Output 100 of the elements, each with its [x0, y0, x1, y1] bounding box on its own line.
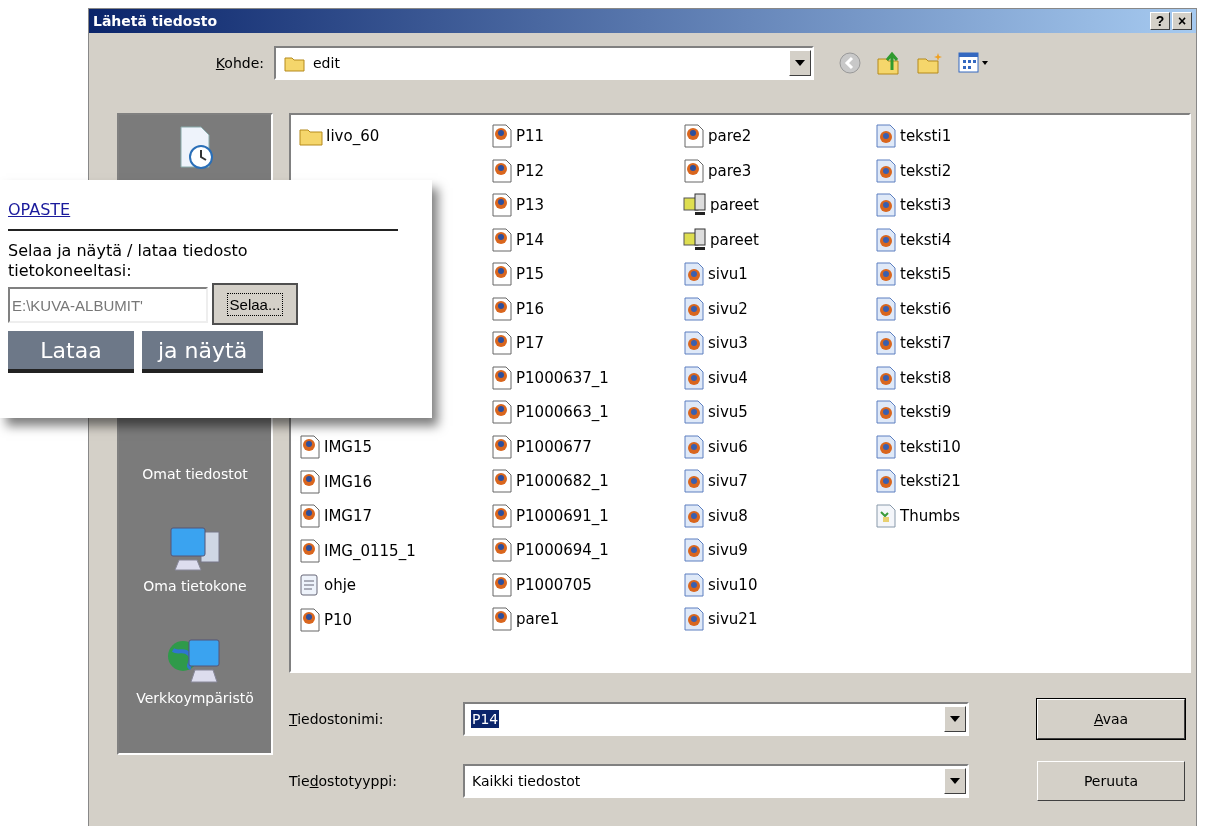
database-file-icon [875, 503, 897, 528]
field-label: Tiedostonimi: [289, 711, 385, 727]
place-label[interactable]: Oma tietokone [134, 578, 256, 594]
browse-button[interactable]: Selaa... [212, 283, 298, 325]
file-name[interactable]: teksti9 [900, 403, 952, 422]
field-label: Tiedostotyyppi: [289, 773, 398, 789]
file-name[interactable]: teksti21 [900, 472, 961, 491]
file-name[interactable]: teksti10 [900, 437, 961, 456]
text-document-icon [299, 573, 321, 598]
web-document-icon [491, 124, 513, 149]
file-name[interactable]: Iivo_60 [326, 127, 380, 146]
back-icon[interactable] [838, 51, 862, 75]
file-name[interactable]: P14 [516, 230, 545, 249]
file-name[interactable]: teksti5 [900, 265, 952, 284]
file-name[interactable]: P13 [516, 196, 545, 215]
place-label[interactable]: Verkkoympäristö [134, 690, 256, 706]
file-name[interactable]: sivu1 [708, 265, 748, 284]
file-name[interactable]: pareet [710, 230, 759, 249]
file-name[interactable]: IMG15 [324, 438, 373, 457]
location-dropdown[interactable]: edit [274, 46, 814, 80]
file-name[interactable]: sivu7 [708, 472, 748, 491]
web-page-icon [875, 400, 897, 425]
file-name[interactable]: sivu9 [708, 541, 748, 560]
file-name[interactable]: pare1 [516, 610, 560, 629]
dropdown-field[interactable]: P14 [463, 702, 969, 736]
help-button[interactable]: ? [1150, 12, 1170, 30]
web-page-icon [683, 434, 705, 459]
web-document-icon [299, 538, 321, 563]
file-name[interactable]: P12 [516, 161, 545, 180]
file-name[interactable]: sivu5 [708, 403, 748, 422]
window-title: Lähetä tiedosto [93, 13, 218, 29]
web-page-icon [875, 227, 897, 252]
file-name[interactable]: P10 [324, 610, 353, 629]
file-name[interactable]: pareet [710, 196, 759, 215]
web-page-icon [683, 400, 705, 425]
web-document-icon [491, 538, 513, 563]
file-name[interactable]: P1000691_1 [516, 506, 609, 525]
file-name[interactable]: P1000637_1 [516, 368, 609, 387]
file-name[interactable]: sivu21 [708, 610, 758, 629]
web-document-icon [491, 400, 513, 425]
web-page-icon [683, 469, 705, 494]
folder-icon [284, 54, 306, 72]
web-page-icon [875, 296, 897, 321]
close-button[interactable]: × [1172, 12, 1192, 30]
place-label[interactable]: Omat tiedostot [134, 466, 256, 482]
file-name[interactable]: teksti3 [900, 196, 952, 215]
web-page-icon [683, 331, 705, 356]
file-name[interactable]: P1000705 [516, 575, 592, 594]
file-path-field[interactable]: E:\KUVA-ALBUMIT' [8, 287, 208, 323]
file-name[interactable]: sivu8 [708, 506, 748, 525]
file-name[interactable]: IMG17 [324, 507, 373, 526]
web-page-icon [683, 572, 705, 597]
web-page-icon [875, 124, 897, 149]
file-name[interactable]: P17 [516, 334, 545, 353]
file-name[interactable]: P1000694_1 [516, 541, 609, 560]
file-name[interactable]: teksti2 [900, 161, 952, 180]
file-name[interactable]: P15 [516, 265, 545, 284]
file-name[interactable]: ohje [324, 576, 357, 595]
file-name[interactable]: sivu2 [708, 299, 748, 318]
web-page-icon [683, 607, 705, 632]
web-page-icon [683, 365, 705, 390]
web-document-icon [491, 158, 513, 183]
file-name[interactable]: sivu4 [708, 368, 748, 387]
file-name[interactable]: sivu6 [708, 437, 748, 456]
file-name[interactable]: P16 [516, 299, 545, 318]
file-name[interactable]: teksti7 [900, 334, 952, 353]
file-name[interactable]: P1000677 [516, 437, 592, 456]
dialog-button[interactable]: Peruuta [1037, 761, 1185, 801]
folder-up-icon[interactable] [876, 50, 902, 76]
web-document-icon [299, 435, 321, 460]
web-document-icon [683, 124, 705, 149]
file-name[interactable]: Thumbs [900, 506, 961, 525]
dialog-button[interactable]: Avaa [1037, 699, 1185, 739]
file-name[interactable]: pare2 [708, 127, 752, 146]
file-name[interactable]: P11 [516, 127, 545, 146]
file-name[interactable]: sivu10 [708, 575, 758, 594]
file-name[interactable]: teksti8 [900, 368, 952, 387]
dropdown-field[interactable]: Kaikki tiedostot [463, 764, 969, 798]
file-name[interactable]: teksti6 [900, 299, 952, 318]
web-document-icon [491, 262, 513, 287]
file-name[interactable]: P1000663_1 [516, 403, 609, 422]
file-name[interactable]: sivu3 [708, 334, 748, 353]
web-document-icon [683, 158, 705, 183]
file-name[interactable]: P1000682_1 [516, 472, 609, 491]
view-menu-icon[interactable] [958, 52, 990, 74]
web-page-icon [683, 503, 705, 528]
web-page-icon [875, 331, 897, 356]
web-page-icon [875, 469, 897, 494]
help-link[interactable]: OPASTE [8, 200, 71, 219]
file-name[interactable]: IMG16 [324, 472, 373, 491]
web-page-icon [875, 434, 897, 459]
file-name[interactable]: teksti4 [900, 230, 952, 249]
file-name[interactable]: IMG_0115_1 [324, 541, 416, 560]
web-document-icon [491, 434, 513, 459]
upload-button[interactable]: Lataa [8, 331, 134, 373]
upload-button[interactable]: ja näytä [142, 331, 264, 373]
web-document-icon [491, 227, 513, 252]
file-name[interactable]: teksti1 [900, 127, 952, 146]
file-name[interactable]: pare3 [708, 161, 752, 180]
web-document-icon [491, 365, 513, 390]
